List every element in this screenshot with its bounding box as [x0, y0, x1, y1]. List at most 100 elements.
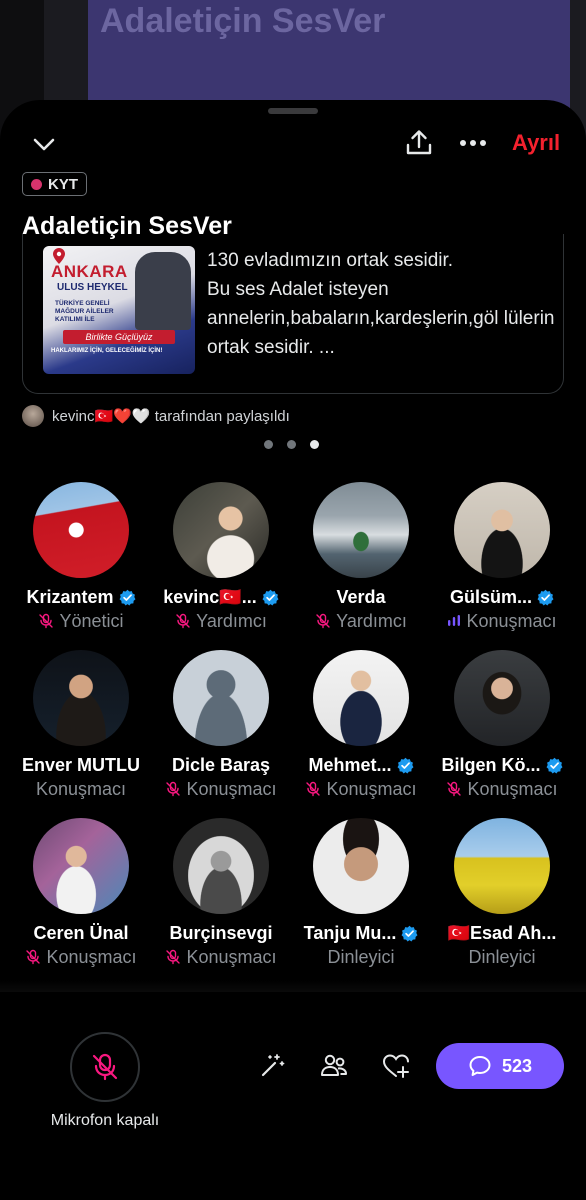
participant-name: Mehmet...	[308, 754, 392, 775]
mic-off-icon	[39, 613, 54, 629]
comment-bubble-icon	[469, 1056, 491, 1076]
avatar	[22, 405, 44, 427]
participant-name-row: Verda	[291, 586, 431, 608]
avatar[interactable]	[33, 650, 129, 746]
participant-name: Ceren Ünal	[33, 922, 129, 943]
participant-name-row: Gülsüm...	[432, 586, 572, 608]
avatar[interactable]	[313, 650, 409, 746]
mic-status-label: Mikrofon kapalı	[50, 1112, 160, 1129]
pinned-post-text: 130 evladımızın ortak sesidir. Bu ses Ad…	[207, 250, 555, 358]
participant-card[interactable]: Gülsüm... Konuşmacı	[432, 482, 572, 642]
participant-name: Enver MUTLU	[21, 754, 140, 775]
mic-off-icon	[166, 949, 181, 965]
chevron-down-icon[interactable]	[30, 130, 58, 158]
participant-role-row: Dinleyici	[291, 946, 431, 968]
participant-role: Dinleyici	[327, 946, 395, 967]
share-icon[interactable]	[404, 128, 434, 158]
avatar[interactable]	[454, 818, 550, 914]
participant-card[interactable]: kevinc🇹🇷... Yardımcı	[151, 482, 291, 642]
avatar[interactable]	[313, 818, 409, 914]
participant-role: Konuşmacı	[467, 778, 558, 799]
participant-card[interactable]: Enver MUTLU Konuşmacı	[11, 650, 151, 810]
divider	[0, 980, 586, 992]
participant-role: Yönetici	[59, 610, 124, 631]
poster-city: ANKARA	[51, 262, 128, 281]
badge-dot-icon	[31, 178, 42, 190]
pinned-post-card[interactable]: ANKARA ULUS HEYKEL TÜRKİYE GENELİ MAĞDUR…	[22, 234, 564, 394]
pager-dot[interactable]	[287, 440, 296, 449]
participant-name-row: Burçinsevgi	[151, 922, 291, 944]
heart-add-icon[interactable]	[380, 1050, 412, 1082]
participant-card[interactable]: Dicle Baraş Konuşmacı	[151, 650, 291, 810]
participant-card[interactable]: Mehmet... Konuşmacı	[291, 650, 431, 810]
avatar[interactable]	[454, 482, 550, 578]
drag-handle[interactable]	[268, 108, 318, 114]
participant-card[interactable]: Ceren Ünal Konuşmacı	[11, 818, 151, 978]
comments-button[interactable]: 523	[436, 1043, 564, 1089]
mic-off-icon	[26, 949, 41, 965]
participant-card[interactable]: Burçinsevgi Konuşmacı	[151, 818, 291, 978]
poster-footer: HAKLARIMIZ İÇİN, GELECEĞİMİZ İÇİN!	[51, 348, 163, 354]
participant-role-row: Konuşmacı	[151, 778, 291, 800]
pager-dot[interactable]	[264, 440, 273, 449]
participant-name-row: Mehmet...	[291, 754, 431, 776]
verified-badge-icon	[119, 589, 135, 606]
badge-label: KYT	[48, 175, 78, 193]
participant-name-row: Krizantem	[11, 586, 151, 608]
participant-name: kevinc🇹🇷...	[163, 586, 257, 607]
participant-role: Konuşmacı	[46, 946, 137, 967]
participant-name-row: Ceren Ünal	[11, 922, 151, 944]
participant-card[interactable]: 🇹🇷Esad Ah... Dinleyici	[432, 818, 572, 978]
avatar[interactable]	[173, 818, 269, 914]
verified-badge-icon	[262, 589, 279, 606]
verified-badge-icon	[546, 757, 562, 774]
participant-role: Konuşmacı	[186, 946, 277, 967]
poster-slogan: Birlikte Güçlüyüz	[63, 330, 175, 344]
participant-role-row: Konuşmacı	[151, 946, 291, 968]
leave-button[interactable]: Ayrıl	[512, 130, 560, 156]
participant-card[interactable]: Verda Yardımcı	[291, 482, 431, 642]
mic-off-icon	[92, 1053, 118, 1081]
shared-by-row[interactable]: kevinc🇹🇷❤️🤍 tarafından paylaşıldı	[22, 404, 290, 428]
carousel-pager	[264, 440, 319, 449]
avatar[interactable]	[313, 482, 409, 578]
avatar[interactable]	[33, 818, 129, 914]
mic-off-icon	[306, 781, 321, 797]
people-icon[interactable]	[318, 1050, 350, 1082]
pager-dot-active[interactable]	[310, 440, 319, 449]
verified-badge-icon	[537, 589, 554, 606]
participant-role: Konuşmacı	[186, 778, 277, 799]
participant-name-row: kevinc🇹🇷...	[151, 586, 291, 608]
participant-role-row: Konuşmacı	[11, 946, 151, 968]
space-sheet: Ayrıl KYT Adaletiçin SesVer ANKARA ULUS …	[0, 100, 586, 1200]
verified-badge-icon	[401, 925, 418, 942]
participant-card[interactable]: Krizantem Yönetici	[11, 482, 151, 642]
participant-role-row: Konuşmacı	[11, 778, 151, 800]
participant-role-row: Yardımcı	[151, 610, 291, 632]
participant-role: Dinleyici	[468, 946, 536, 967]
more-options-icon[interactable]	[458, 130, 488, 156]
microphone-button[interactable]	[70, 1032, 140, 1102]
participant-name-row: 🇹🇷Esad Ah...	[432, 922, 572, 944]
space-topic-badge: KYT	[22, 172, 87, 196]
avatar[interactable]	[454, 650, 550, 746]
shared-by-label: kevinc🇹🇷❤️🤍 tarafından paylaşıldı	[52, 408, 290, 425]
avatar[interactable]	[173, 650, 269, 746]
participant-name-row: Enver MUTLU	[11, 754, 151, 776]
participant-card[interactable]: Tanju Mu... Dinleyici	[291, 818, 431, 978]
participant-name-row: Bilgen Kö...	[432, 754, 572, 776]
participant-role: Konuşmacı	[326, 778, 417, 799]
participant-name: Burçinsevgi	[169, 922, 273, 943]
verified-badge-icon	[397, 757, 413, 774]
participant-name: Krizantem	[26, 586, 114, 607]
participant-role: Yardımcı	[336, 610, 407, 631]
mic-off-icon	[166, 781, 181, 797]
participant-role: Yardımcı	[196, 610, 267, 631]
participant-role-row: Yönetici	[11, 610, 151, 632]
avatar[interactable]	[173, 482, 269, 578]
participant-card[interactable]: Bilgen Kö... Konuşmacı	[432, 650, 572, 810]
avatar[interactable]	[33, 482, 129, 578]
sparkle-wand-icon[interactable]	[256, 1050, 288, 1082]
poster-line: TÜRKİYE GENELİ MAĞDUR AİLELER KATILIMI İ…	[55, 300, 114, 323]
post-poster-image: ANKARA ULUS HEYKEL TÜRKİYE GENELİ MAĞDUR…	[43, 246, 195, 374]
